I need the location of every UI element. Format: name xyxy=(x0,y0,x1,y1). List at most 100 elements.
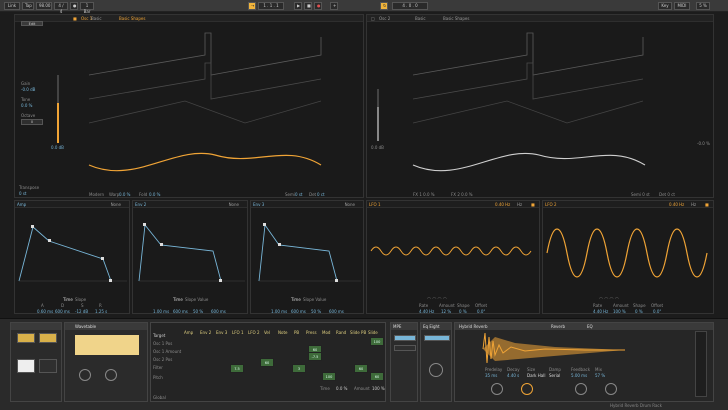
lfo1-rate-value[interactable]: 4.40 Hz xyxy=(419,309,434,314)
osc1-wavetable-display[interactable] xyxy=(15,15,365,199)
matrix-cell[interactable]: 60 xyxy=(354,364,368,373)
matrix-col-pb: PB xyxy=(294,330,300,335)
key-button[interactable]: Key xyxy=(658,2,672,10)
amp-r-label: R xyxy=(99,303,102,308)
lfo2-rate-value[interactable]: 4.40 Hz xyxy=(593,309,608,314)
env2-s-value[interactable]: 50 % xyxy=(193,309,203,314)
wavetable-knob-1[interactable] xyxy=(79,369,91,381)
reverb-knob[interactable] xyxy=(491,383,503,395)
matrix-row-osc1-pos: Osc 1 Pos xyxy=(153,341,173,346)
osc1-fold-value[interactable]: 0.0 % xyxy=(149,192,160,197)
osc2-det[interactable]: Det 0 ct xyxy=(659,192,675,197)
matrix-cell[interactable]: 7.5 xyxy=(230,364,244,373)
lfo1-amount-value[interactable]: 12 % xyxy=(441,309,451,314)
lfo2-shape-value[interactable]: 0 % xyxy=(635,309,643,314)
env3-panel: Env 3 None Time Slope Value 1.00 ms 600 m… xyxy=(250,200,364,314)
matrix-amount-label: Amount xyxy=(354,386,370,391)
env3-a-value[interactable]: 1.00 ms xyxy=(271,309,287,314)
rack-macro-button-3[interactable] xyxy=(39,359,57,373)
reverb-output-meter[interactable] xyxy=(695,331,707,397)
eq-knob[interactable] xyxy=(429,363,443,377)
amp-envelope-graph[interactable] xyxy=(15,201,131,315)
matrix-cell[interactable]: 3 xyxy=(292,364,306,373)
amp-s-value[interactable]: -12 dB xyxy=(75,309,88,314)
metronome-icon[interactable]: ● xyxy=(70,2,78,10)
record-icon[interactable]: ● xyxy=(314,2,322,10)
osc1-fold-label: Fold xyxy=(139,192,148,197)
reverb-param-value[interactable]: Serial xyxy=(549,373,560,378)
osc2-wavetable-display[interactable] xyxy=(367,15,715,199)
rack-macro-button-2[interactable] xyxy=(39,333,57,343)
lfo1-offset-value[interactable]: 0.0° xyxy=(477,309,485,314)
wavetable-mini-display[interactable] xyxy=(75,335,139,355)
time-signature[interactable]: 4 / 4 xyxy=(54,2,68,14)
tempo-field[interactable]: 98.00 xyxy=(36,2,52,10)
reverb-param-label: Size xyxy=(527,367,536,372)
osc1-semi-value[interactable]: 0 st xyxy=(295,192,302,197)
reverb-knob[interactable] xyxy=(521,383,533,395)
osc1-warp-value[interactable]: 0.0 % xyxy=(119,192,130,197)
reverb-param-value[interactable]: 5.00 ms xyxy=(571,373,587,378)
loop-length[interactable]: 4 . 0 . 0 xyxy=(392,2,428,10)
lfo2-shape-label: Shape xyxy=(633,303,646,308)
reverb-knob[interactable] xyxy=(575,383,587,395)
amp-a-value[interactable]: 0.60 ms xyxy=(37,309,53,314)
wavetable-knob-2[interactable] xyxy=(105,369,117,381)
lfo1-shape-value[interactable]: 0 % xyxy=(459,309,467,314)
instrument-rack-device xyxy=(10,322,62,402)
midi-button[interactable]: MIDI xyxy=(674,2,690,10)
reverb-knob[interactable] xyxy=(605,383,617,395)
hybrid-reverb-device: Hybrid Reverb Reverb EQ Predelay Decay S… xyxy=(454,322,714,402)
amp-r-value[interactable]: 1.25 s xyxy=(95,309,107,314)
env3-d-value[interactable]: 600 ms xyxy=(291,309,306,314)
matrix-cell[interactable]: -7.5 xyxy=(308,352,322,361)
osc1-mode-label[interactable]: Modern xyxy=(89,192,104,197)
osc1-panel: ■ Osc 1 Basic Basic Shapes Edit Gain -0.… xyxy=(14,14,364,198)
eq-band-button[interactable] xyxy=(424,335,450,341)
reverb-param-value[interactable]: 4.40 s xyxy=(507,373,519,378)
reverb-param-value[interactable]: 35 ms xyxy=(485,373,497,378)
env3-r-value[interactable]: 600 ms xyxy=(329,309,344,314)
rack-chain-button[interactable] xyxy=(17,359,35,373)
amp-slope-label: Slope xyxy=(75,297,87,302)
reverb-param-value[interactable]: Dark Hall xyxy=(527,373,545,378)
osc1-det-value[interactable]: 0 ct xyxy=(317,192,325,197)
loop-icon[interactable]: ↻ xyxy=(380,2,388,10)
amp-d-value[interactable]: 600 ms xyxy=(55,309,70,314)
osc2-fx2[interactable]: FX 2 0.0 % xyxy=(451,192,473,197)
matrix-cell[interactable]: 60 xyxy=(260,358,274,367)
env2-a-value[interactable]: 1.00 ms xyxy=(153,309,169,314)
matrix-time-value[interactable]: 0.0 % xyxy=(336,386,347,391)
cpu-meter: 5 % xyxy=(696,2,710,10)
matrix-cell[interactable]: 100 xyxy=(322,372,336,381)
amp-time-label: Time xyxy=(63,297,73,302)
lfo1-waveform-display[interactable] xyxy=(367,201,541,315)
quantize-menu[interactable]: 1 Bar xyxy=(80,2,94,14)
link-button[interactable]: Link xyxy=(4,2,20,10)
rack-macro-button-1[interactable] xyxy=(17,333,35,343)
mpe-option[interactable] xyxy=(394,345,416,351)
follow-button[interactable]: → xyxy=(248,2,256,10)
overdub-icon[interactable]: + xyxy=(330,2,338,10)
position-field[interactable]: 1 . 1 . 1 xyxy=(258,2,284,10)
status-bar-text: Hybrid Reverb Drum Rack xyxy=(610,403,662,408)
matrix-col-slide: Slide xyxy=(368,330,378,335)
lfo2-waveform-display[interactable] xyxy=(543,201,715,315)
env2-d-value[interactable]: 600 ms xyxy=(173,309,188,314)
play-icon[interactable]: ▶ xyxy=(294,2,302,10)
osc2-fx1[interactable]: FX 1 0.0 % xyxy=(413,192,435,197)
env2-r-value[interactable]: 600 ms xyxy=(211,309,226,314)
tap-button[interactable]: Tap xyxy=(22,2,34,10)
reverb-param-value[interactable]: 57 % xyxy=(595,373,605,378)
osc2-waveform-sine xyxy=(412,152,646,172)
mpe-toggle[interactable] xyxy=(394,335,416,341)
matrix-amount-value[interactable]: 100 % xyxy=(372,386,385,391)
lfo2-amount-value[interactable]: 100 % xyxy=(613,309,626,314)
lfo2-offset-value[interactable]: 0.0° xyxy=(653,309,661,314)
env3-s-value[interactable]: 50 % xyxy=(311,309,321,314)
matrix-cell[interactable]: 60 xyxy=(370,372,384,381)
osc2-semi[interactable]: Semi 0 st xyxy=(631,192,650,197)
matrix-cell[interactable]: 100 xyxy=(370,337,384,346)
stop-icon[interactable]: ■ xyxy=(304,2,312,10)
reverb-param-label: Predelay xyxy=(485,367,503,372)
